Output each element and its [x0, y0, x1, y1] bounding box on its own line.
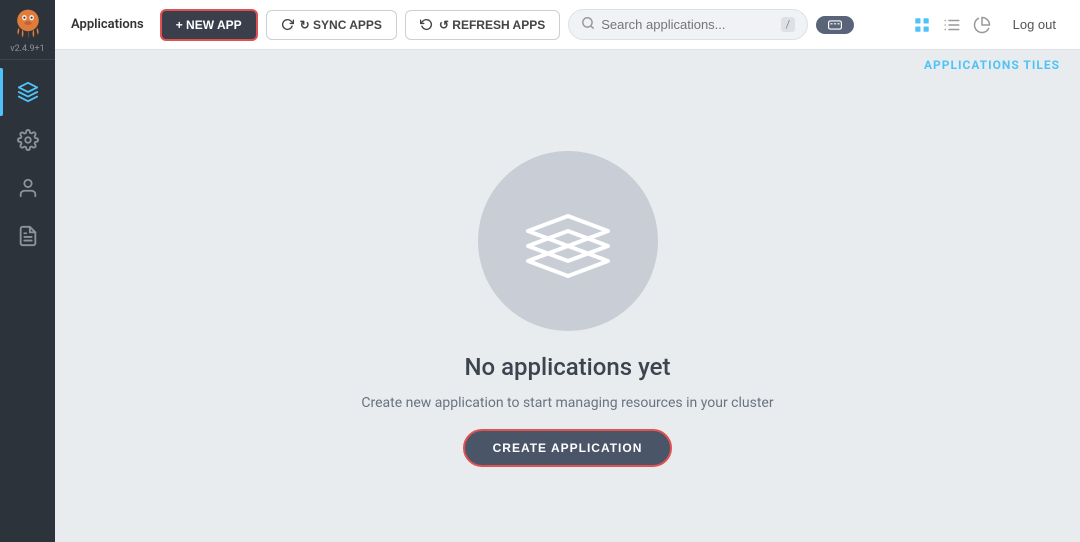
sidebar-item-docs[interactable]: [0, 212, 55, 260]
user-icon: [17, 177, 39, 199]
view-toggle: [909, 12, 995, 38]
layers-empty-icon: [518, 196, 618, 286]
grid-icon: [913, 16, 931, 34]
refresh-icon: [420, 18, 433, 31]
refresh-apps-label: ↺ REFRESH APPS: [439, 18, 545, 32]
topbar-right: Log out: [909, 12, 1064, 38]
version-label: v2.4.9+1: [10, 44, 44, 54]
sidebar-navigation: [0, 60, 55, 542]
empty-state: No applications yet Create new applicati…: [361, 151, 773, 467]
gear-icon: [17, 129, 39, 151]
empty-state-subtitle: Create new application to start managing…: [361, 395, 773, 411]
chart-view-button[interactable]: [969, 12, 995, 38]
cluster-badge[interactable]: [816, 16, 854, 34]
new-app-button[interactable]: + NEW APP: [160, 9, 258, 41]
create-application-button[interactable]: CREATE APPLICATION: [463, 429, 673, 467]
content-area: No applications yet Create new applicati…: [55, 76, 1080, 542]
search-input[interactable]: [601, 17, 774, 32]
list-view-button[interactable]: [939, 12, 965, 38]
search-shortcut: /: [781, 17, 796, 32]
main-content: Applications + NEW APP ↻ SYNC APPS ↺ REF…: [55, 0, 1080, 542]
sync-apps-label: ↻ SYNC APPS: [300, 18, 382, 32]
list-icon: [943, 16, 961, 34]
sidebar-item-settings[interactable]: [0, 116, 55, 164]
cluster-label: [828, 20, 842, 30]
topbar: Applications + NEW APP ↻ SYNC APPS ↺ REF…: [55, 0, 1080, 50]
grid-view-button[interactable]: [909, 12, 935, 38]
sync-icon: [281, 18, 294, 31]
sidebar-item-user[interactable]: [0, 164, 55, 212]
refresh-apps-button[interactable]: ↺ REFRESH APPS: [405, 10, 560, 40]
page-title: Applications: [71, 17, 144, 32]
chart-icon: [973, 16, 991, 34]
search-icon: [581, 15, 595, 34]
sync-apps-button[interactable]: ↻ SYNC APPS: [266, 10, 397, 40]
empty-state-title: No applications yet: [464, 353, 670, 381]
logout-button[interactable]: Log out: [1005, 13, 1064, 36]
cluster-icon: [828, 20, 842, 30]
docs-icon: [17, 225, 39, 247]
topbar-left: Applications + NEW APP ↻ SYNC APPS ↺ REF…: [71, 9, 854, 41]
empty-state-icon: [478, 151, 658, 331]
sidebar-logo[interactable]: v2.4.9+1: [0, 0, 55, 60]
sidebar-item-applications[interactable]: [0, 68, 55, 116]
search-bar[interactable]: /: [568, 9, 808, 40]
layers-icon: [17, 81, 39, 103]
sidebar: v2.4.9+1: [0, 0, 55, 542]
octopus-logo-icon: [10, 6, 46, 42]
page-header: APPLICATIONS TILES: [55, 50, 1080, 76]
page-header-title: APPLICATIONS TILES: [924, 58, 1060, 72]
